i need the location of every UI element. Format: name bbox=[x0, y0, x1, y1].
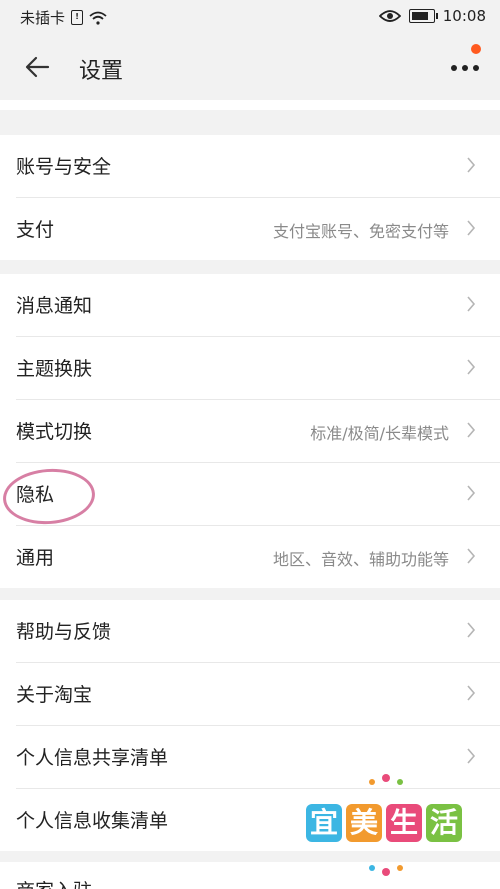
row-hint: 地区、音效、辅助功能等 bbox=[272, 550, 449, 569]
watermark-logo: 宜 美 生 活 bbox=[306, 770, 466, 880]
status-bar: 未插卡 ! 10:08 bbox=[0, 0, 500, 34]
sim-card-icon: ! bbox=[71, 10, 84, 25]
status-left: 未插卡 ! bbox=[20, 7, 107, 28]
row-label: 消息通知 bbox=[16, 295, 93, 317]
row-hint: 支付宝账号、免密支付等 bbox=[272, 222, 449, 241]
settings-section-account: 账号与安全 支付 支付宝账号、免密支付等 bbox=[0, 135, 500, 260]
status-right: 10:08 bbox=[378, 7, 486, 25]
top-bar: 设置 bbox=[0, 34, 500, 100]
scrolled-row-peek bbox=[0, 100, 500, 110]
watermark-chars: 宜 美 生 活 bbox=[306, 804, 462, 842]
clock: 10:08 bbox=[442, 7, 486, 25]
battery-icon bbox=[408, 9, 438, 23]
wifi-icon bbox=[89, 11, 107, 25]
settings-row-about-taobao[interactable]: 关于淘宝 bbox=[16, 663, 500, 726]
row-label: 个人信息共享清单 bbox=[16, 747, 169, 769]
chevron-right-icon bbox=[467, 157, 476, 173]
watermark-char: 生 bbox=[386, 804, 422, 842]
notification-dot bbox=[471, 44, 481, 54]
row-label: 关于淘宝 bbox=[16, 684, 93, 706]
row-label: 账号与安全 bbox=[16, 156, 112, 178]
settings-row-notifications[interactable]: 消息通知 bbox=[16, 274, 500, 337]
more-icon[interactable] bbox=[450, 61, 480, 75]
settings-section-general: 消息通知 主题换肤 模式切换 标准/极简/长辈模式 隐私 通用 地区、音效、辅助… bbox=[0, 274, 500, 588]
chevron-right-icon bbox=[467, 548, 476, 564]
watermark-char: 活 bbox=[426, 804, 462, 842]
chevron-right-icon bbox=[467, 359, 476, 375]
chevron-right-icon bbox=[467, 485, 476, 501]
row-label: 个人信息收集清单 bbox=[16, 810, 169, 832]
settings-row-mode-switch[interactable]: 模式切换 标准/极简/长辈模式 bbox=[16, 400, 500, 463]
row-label: 商家入驻 bbox=[16, 876, 92, 889]
chevron-right-icon bbox=[467, 622, 476, 638]
settings-row-general[interactable]: 通用 地区、音效、辅助功能等 bbox=[16, 526, 500, 588]
carrier-label: 未插卡 bbox=[20, 9, 66, 27]
settings-row-theme[interactable]: 主题换肤 bbox=[16, 337, 500, 400]
row-hint: 标准/极简/长辈模式 bbox=[310, 424, 449, 443]
chevron-right-icon bbox=[467, 220, 476, 236]
row-label: 帮助与反馈 bbox=[16, 621, 112, 643]
row-label: 支付 bbox=[16, 219, 55, 241]
chevron-right-icon bbox=[467, 685, 476, 701]
settings-row-account-security[interactable]: 账号与安全 bbox=[16, 135, 500, 198]
row-label: 模式切换 bbox=[16, 421, 93, 443]
watermark-char: 宜 bbox=[306, 804, 342, 842]
settings-row-payment[interactable]: 支付 支付宝账号、免密支付等 bbox=[16, 198, 500, 260]
watermark-char: 美 bbox=[346, 804, 382, 842]
row-label: 主题换肤 bbox=[16, 358, 93, 380]
eye-icon bbox=[378, 9, 401, 23]
back-arrow-icon[interactable] bbox=[24, 54, 50, 80]
chevron-right-icon bbox=[467, 422, 476, 438]
settings-row-help-feedback[interactable]: 帮助与反馈 bbox=[16, 600, 500, 663]
chevron-right-icon bbox=[467, 296, 476, 312]
page-title: 设置 bbox=[79, 59, 124, 84]
chevron-right-icon bbox=[467, 748, 476, 764]
row-label: 通用 bbox=[16, 547, 55, 569]
